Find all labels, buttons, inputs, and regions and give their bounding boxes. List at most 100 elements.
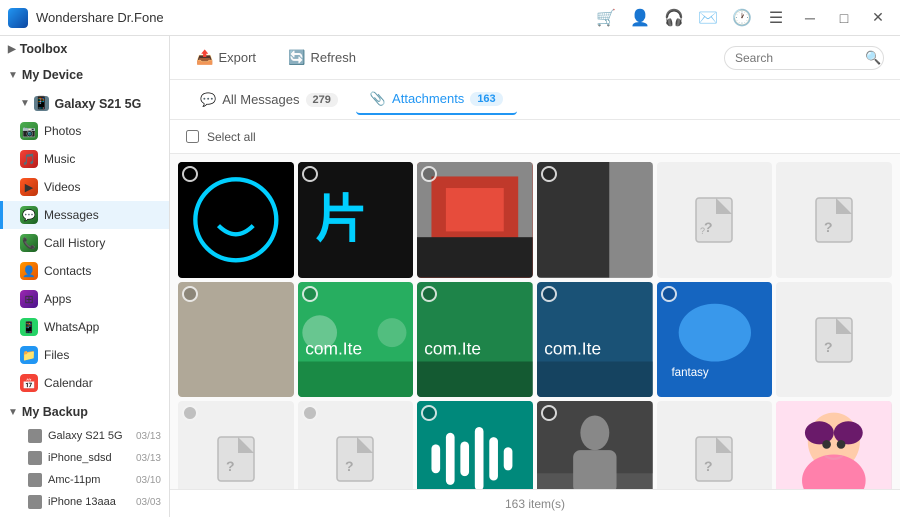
- grid-item[interactable]: ?: [657, 401, 773, 489]
- unknown-file-icon: ?: [657, 401, 773, 489]
- grid-item[interactable]: [417, 401, 533, 489]
- menu-icon[interactable]: ☰: [762, 4, 790, 32]
- sidebar-toolbox[interactable]: ▶ Toolbox: [0, 36, 169, 62]
- galaxy-device-group: ▼ 📱 Galaxy S21 5G 📷 Photos 🎵 Music ▶ Vid…: [0, 88, 169, 399]
- item-select-circle: [302, 286, 318, 302]
- tab-all-messages[interactable]: 💬 All Messages 279: [186, 86, 352, 114]
- select-all-checkbox[interactable]: [186, 130, 199, 143]
- files-icon: 📁: [20, 346, 38, 364]
- sidebar-item-contacts[interactable]: 👤 Contacts: [0, 257, 169, 285]
- grid-item[interactable]: ? ?: [657, 162, 773, 278]
- item-select-circle: [421, 286, 437, 302]
- sidebar-my-device[interactable]: ▼ My Device: [0, 62, 169, 88]
- backup-sdsd-date: 03/13: [136, 453, 161, 464]
- item-select-circle: [182, 166, 198, 182]
- unknown-file-icon: ?: [776, 162, 892, 278]
- grid-item[interactable]: com.Ite: [417, 282, 533, 398]
- galaxy-arrow: ▼: [20, 98, 30, 109]
- sidebar-item-files[interactable]: 📁 Files: [0, 341, 169, 369]
- grid-item[interactable]: [178, 162, 294, 278]
- profile-icon[interactable]: 👤: [626, 4, 654, 32]
- backup-galaxy-label: Galaxy S21 5G: [48, 430, 123, 442]
- item-select-circle: [541, 286, 557, 302]
- title-actions: 🛒 👤 🎧 ✉️ 🕐 ☰ ─ □ ✕: [592, 4, 892, 32]
- backup-item-iphone12[interactable]: iPhone 12 mini 03/03: [0, 513, 169, 517]
- grid-item[interactable]: ?: [178, 401, 294, 489]
- svg-text:com.Ite: com.Ite: [425, 338, 482, 358]
- search-box[interactable]: 🔍: [724, 46, 884, 70]
- grid-item[interactable]: ?: [776, 282, 892, 398]
- svg-text:fantasy: fantasy: [671, 367, 708, 379]
- grid-item[interactable]: [537, 401, 653, 489]
- export-button[interactable]: 📤 Export: [186, 44, 266, 71]
- photos-label: Photos: [44, 124, 81, 138]
- sidebar-item-apps[interactable]: ⊞ Apps: [0, 285, 169, 313]
- svg-text:com.Ite: com.Ite: [544, 338, 601, 358]
- cart-icon[interactable]: 🛒: [592, 4, 620, 32]
- svg-text:?: ?: [704, 219, 713, 235]
- backup-item-iphone-sdsd[interactable]: iPhone_sdsd 03/13: [0, 447, 169, 469]
- export-icon: 📤: [196, 49, 213, 66]
- grid-item[interactable]: 片: [298, 162, 414, 278]
- photos-icon: 📷: [20, 122, 38, 140]
- backup-amc-label: Amc-11pm: [48, 474, 100, 486]
- tab-attachments[interactable]: 📎 Attachments 163: [356, 85, 517, 115]
- calendar-icon: 📅: [20, 374, 38, 392]
- close-button[interactable]: ✕: [864, 4, 892, 32]
- item-select-circle: [182, 286, 198, 302]
- history-icon[interactable]: 🕐: [728, 4, 756, 32]
- grid-item[interactable]: [417, 162, 533, 278]
- app-icon: [8, 8, 28, 28]
- galaxy-header[interactable]: ▼ 📱 Galaxy S21 5G: [0, 90, 169, 117]
- galaxy-icon: 📱: [34, 96, 50, 111]
- grid-item[interactable]: com.Ite: [298, 282, 414, 398]
- tab-attachments-label: Attachments: [392, 91, 464, 106]
- grid-item[interactable]: [178, 282, 294, 398]
- apps-label: Apps: [44, 292, 71, 306]
- tab-all-messages-label: All Messages: [222, 92, 299, 107]
- device-arrow: ▼: [8, 70, 18, 81]
- my-backup-label: My Backup: [22, 405, 88, 419]
- refresh-button[interactable]: 🔄 Refresh: [278, 44, 366, 71]
- sidebar-item-videos[interactable]: ▶ Videos: [0, 173, 169, 201]
- maximize-button[interactable]: □: [830, 4, 858, 32]
- sidebar-my-backup[interactable]: ▼ My Backup: [0, 399, 169, 425]
- item-select-circle: [302, 405, 318, 421]
- item-select-circle: [541, 166, 557, 182]
- videos-label: Videos: [44, 180, 80, 194]
- apps-icon: ⊞: [20, 290, 38, 308]
- backup-item-galaxy[interactable]: Galaxy S21 5G 03/13: [0, 425, 169, 447]
- sidebar-item-messages[interactable]: 💬 Messages: [0, 201, 169, 229]
- grid-item[interactable]: fantasy: [657, 282, 773, 398]
- select-bar: Select all: [170, 120, 900, 154]
- tab-all-messages-count: 279: [306, 93, 338, 107]
- mail-icon[interactable]: ✉️: [694, 4, 722, 32]
- grid-item[interactable]: com.Ite: [537, 282, 653, 398]
- sidebar-item-callhistory[interactable]: 📞 Call History: [0, 229, 169, 257]
- backup-arrow: ▼: [8, 407, 18, 418]
- statusbar: 163 item(s): [170, 489, 900, 517]
- sidebar-item-photos[interactable]: 📷 Photos: [0, 117, 169, 145]
- backup-item-iphone13[interactable]: iPhone 13aaa 03/03: [0, 491, 169, 513]
- whatsapp-icon: 📱: [20, 318, 38, 336]
- grid-item[interactable]: ?: [298, 401, 414, 489]
- grid-item[interactable]: [776, 401, 892, 489]
- refresh-label: Refresh: [310, 50, 356, 65]
- media-grid: 片: [178, 162, 892, 489]
- music-label: Music: [44, 152, 75, 166]
- headset-icon[interactable]: 🎧: [660, 4, 688, 32]
- minimize-button[interactable]: ─: [796, 4, 824, 32]
- sidebar-item-whatsapp[interactable]: 📱 WhatsApp: [0, 313, 169, 341]
- svg-text:?: ?: [824, 219, 833, 235]
- sidebar-item-calendar[interactable]: 📅 Calendar: [0, 369, 169, 397]
- galaxy-label: Galaxy S21 5G: [54, 97, 141, 111]
- search-input[interactable]: [735, 51, 865, 65]
- backup-item-amc[interactable]: Amc-11pm 03/10: [0, 469, 169, 491]
- my-device-label: My Device: [22, 68, 83, 82]
- videos-icon: ▶: [20, 178, 38, 196]
- grid-item[interactable]: ?: [776, 162, 892, 278]
- sidebar-item-music[interactable]: 🎵 Music: [0, 145, 169, 173]
- grid-item[interactable]: [537, 162, 653, 278]
- files-label: Files: [44, 348, 69, 362]
- content-area: 📤 Export 🔄 Refresh 🔍 💬 All Messages 279 …: [170, 36, 900, 517]
